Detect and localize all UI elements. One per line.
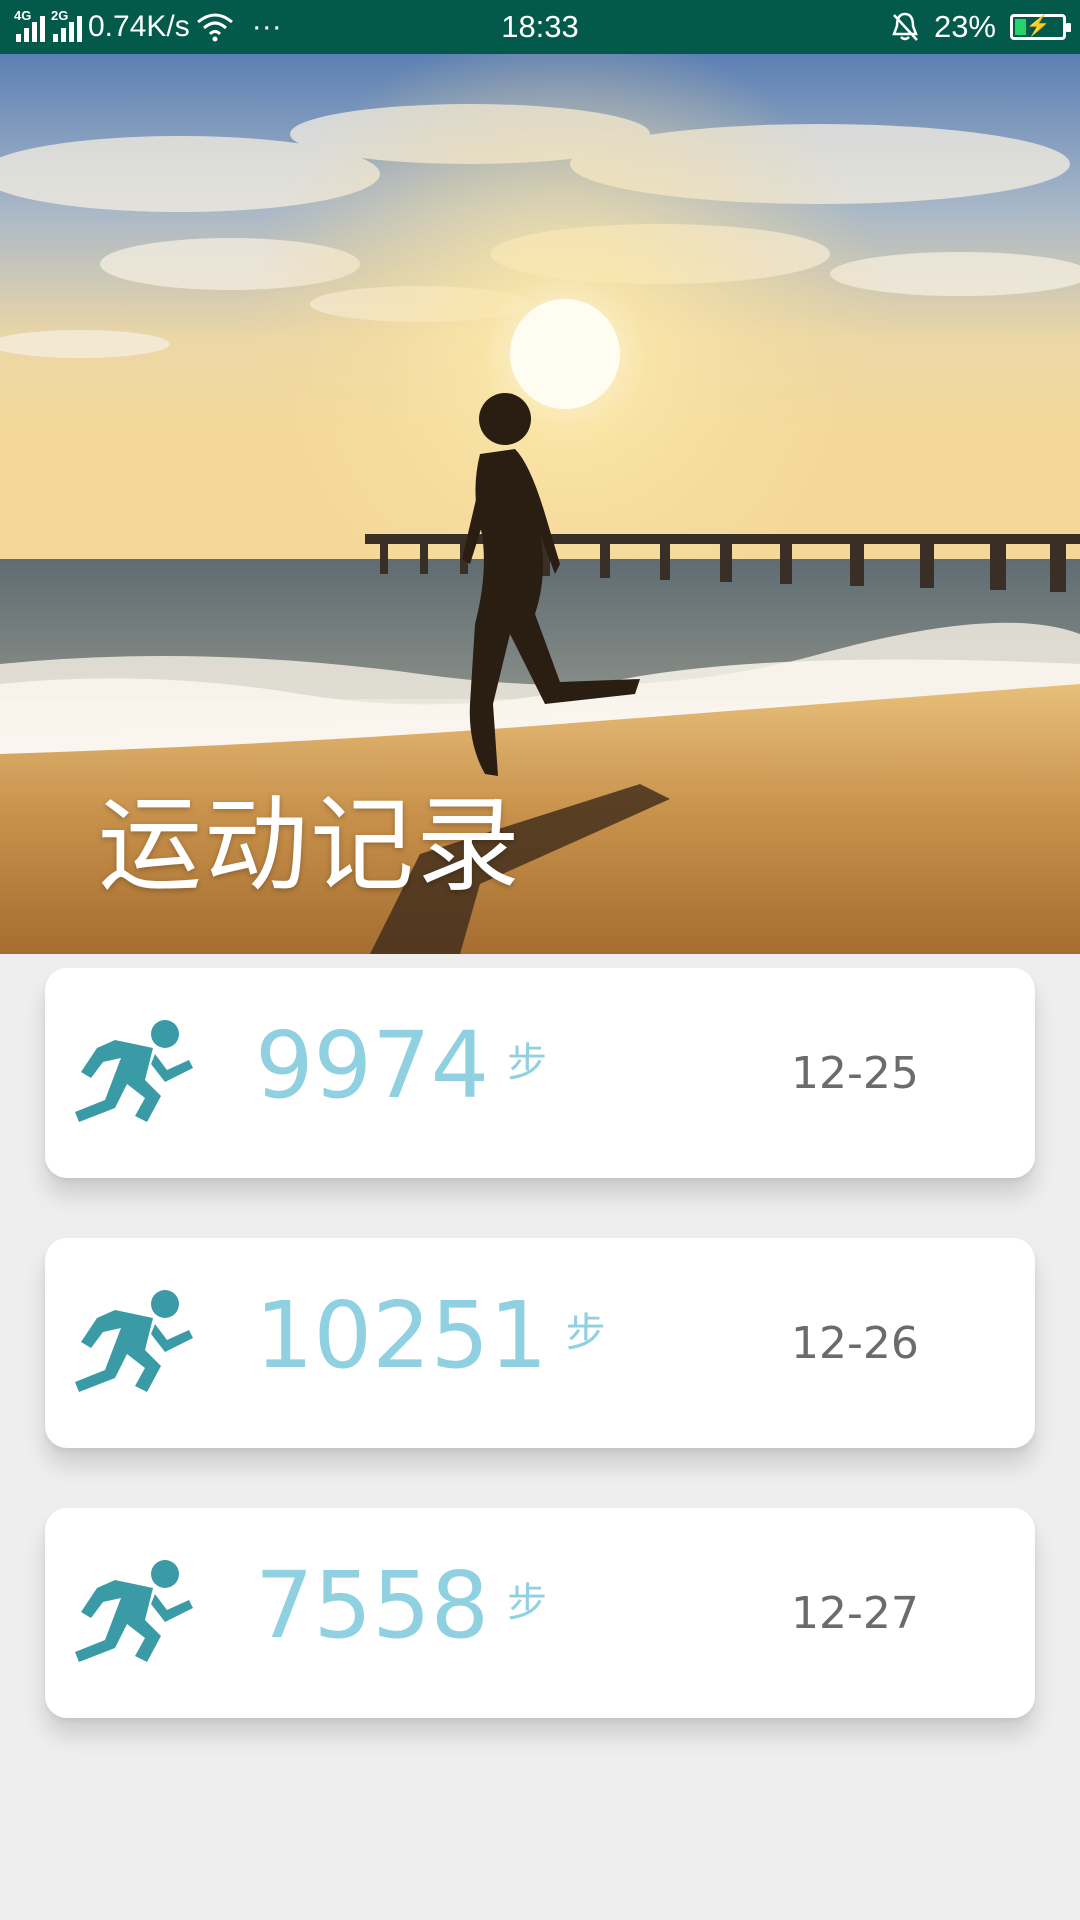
more-notifications-icon: ··· bbox=[251, 10, 282, 43]
page-title: 运动记录 bbox=[98, 784, 523, 906]
record-date: 12-27 bbox=[791, 1588, 919, 1639]
step-unit: 步 bbox=[507, 1580, 548, 1626]
step-count: 10251 bbox=[255, 1282, 548, 1389]
running-man-icon bbox=[75, 1560, 193, 1662]
battery-percent: 23% bbox=[933, 9, 996, 44]
record-date: 12-26 bbox=[791, 1318, 919, 1369]
bell-muted-icon bbox=[892, 12, 918, 41]
network-type-1: 4G bbox=[14, 8, 32, 23]
signal-4g-icon: 4G bbox=[14, 8, 45, 42]
step-count: 9974 bbox=[255, 1012, 490, 1119]
running-man-icon bbox=[75, 1020, 193, 1122]
step-count: 7558 bbox=[255, 1552, 490, 1659]
charging-bolt-icon: ⚡ bbox=[1025, 15, 1051, 37]
battery-icon: ⚡ bbox=[1010, 14, 1071, 40]
wifi-icon bbox=[196, 13, 233, 42]
record-card[interactable]: 7558 步 12-27 bbox=[45, 1508, 1035, 1718]
status-bar: 4G 2G 0.74K/s ··· 18:33 23% ⚡ bbox=[0, 0, 1080, 54]
step-unit: 步 bbox=[565, 1310, 606, 1356]
hero-banner: 运动记录 bbox=[0, 54, 1080, 954]
record-card[interactable]: 10251 步 12-26 bbox=[45, 1238, 1035, 1448]
running-man-icon bbox=[75, 1290, 193, 1392]
network-type-2: 2G bbox=[51, 8, 69, 23]
record-date: 12-25 bbox=[791, 1048, 919, 1099]
step-unit: 步 bbox=[507, 1040, 548, 1086]
record-card[interactable]: 9974 步 12-25 bbox=[45, 968, 1035, 1178]
network-speed: 0.74K/s bbox=[88, 10, 190, 43]
signal-2g-icon: 2G bbox=[51, 8, 82, 42]
